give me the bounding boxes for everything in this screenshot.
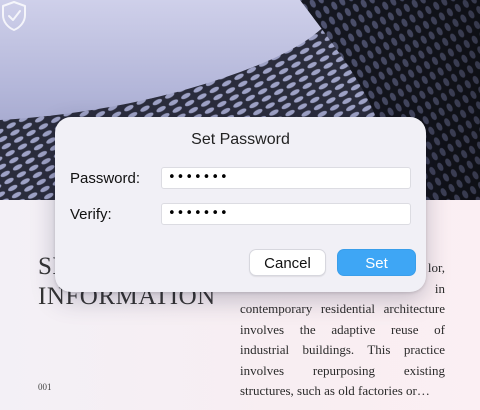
password-label: Password: [70, 170, 141, 187]
body-line: structures, such as old factories or… [240, 383, 430, 398]
screen: SE INFORMATION 001 lor, in contemporary … [0, 0, 480, 410]
set-password-dialog: Set Password Password: ••••••• Verify: •… [55, 117, 426, 292]
body-line: involves repurposing existing [240, 362, 445, 378]
password-field[interactable]: ••••••• [161, 167, 411, 189]
cancel-button[interactable]: Cancel [249, 249, 326, 276]
set-button[interactable]: Set [337, 249, 416, 276]
verify-field[interactable]: ••••••• [161, 203, 411, 225]
body-line: contemporary residential architecture [240, 301, 445, 316]
page-number: 001 [38, 382, 52, 392]
body-line: industrial buildings. This practice [240, 342, 445, 357]
body-line: involves the adaptive reuse of [240, 321, 445, 337]
verify-label: Verify: [70, 206, 112, 223]
dialog-title: Set Password [191, 131, 290, 148]
shield-check-icon [2, 1, 26, 31]
